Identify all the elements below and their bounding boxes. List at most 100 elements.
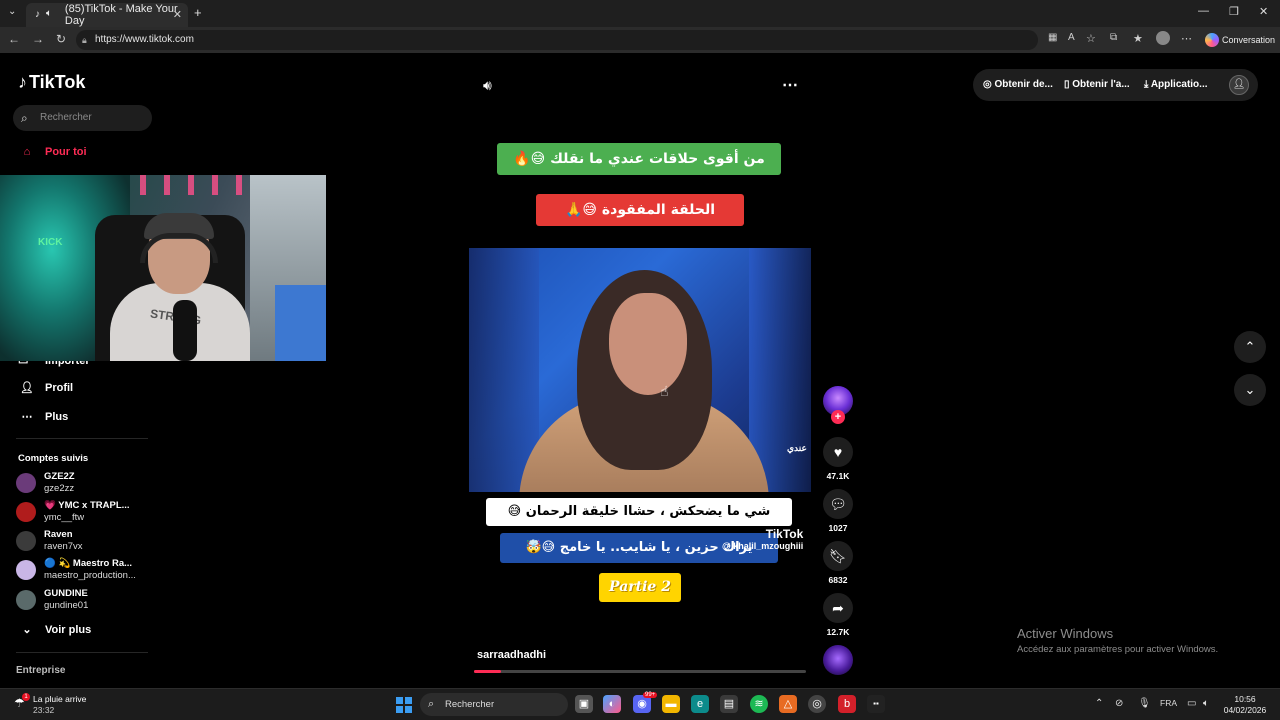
- weather-time: 23:32: [33, 705, 55, 715]
- minimize-icon[interactable]: —: [1198, 5, 1209, 17]
- tiktok-page: ♪ TikTok ⌕ Rechercher ⌂ Pour toi ▭ Importer…: [0, 53, 1280, 688]
- back-icon[interactable]: ←: [8, 32, 20, 46]
- favorites-icon[interactable]: ★: [1133, 32, 1143, 45]
- video-author[interactable]: sarraadhadhi: [477, 649, 546, 661]
- streamer-webcam-overlay: KICK STRONG: [0, 175, 326, 361]
- copilot-app-icon[interactable]: ◐: [603, 695, 621, 713]
- url-input[interactable]: 🔒︎ https://www.tiktok.com: [76, 30, 1038, 50]
- extensions-icon[interactable]: ⧉: [1110, 32, 1117, 43]
- watermark-brand: TikTok: [765, 527, 804, 541]
- new-tab-icon[interactable]: +: [194, 5, 202, 20]
- copilot-conversation-button[interactable]: Conversation: [1202, 31, 1280, 49]
- maximize-icon[interactable]: ❐: [1229, 5, 1239, 18]
- profile-avatar-icon[interactable]: [1156, 31, 1170, 45]
- favorite-star-icon[interactable]: ☆: [1086, 32, 1096, 45]
- clock-time: 10:56: [1234, 694, 1256, 704]
- volume-icon[interactable]: 🔊︎: [483, 77, 492, 94]
- like-button[interactable]: ♥ 47.1K: [823, 437, 853, 481]
- spotify-app-icon[interactable]: ≋: [750, 695, 768, 713]
- tiktok-watermark: TikTok @ khalil_mzoughiii: [722, 527, 803, 551]
- avatar: [16, 502, 36, 522]
- nav-profile[interactable]: 👤︎ Profil: [18, 381, 73, 394]
- tray-chevron-up-icon[interactable]: ⌃: [1095, 698, 1103, 709]
- account-handle: raven7vx: [44, 541, 83, 552]
- task-view-icon[interactable]: ▣: [575, 695, 593, 713]
- forward-icon[interactable]: →: [32, 32, 44, 46]
- sidebar-divider: [16, 438, 148, 439]
- discord-badge: 99+: [643, 692, 658, 698]
- save-count: 6832: [828, 575, 848, 585]
- previous-video-button[interactable]: ⌃: [1234, 331, 1266, 363]
- activation-subtitle: Accédez aux paramètres pour activer Wind…: [1017, 644, 1219, 655]
- user-avatar-icon[interactable]: 👤︎: [1229, 75, 1249, 95]
- tiktok-logo[interactable]: ♪ TikTok: [18, 72, 85, 93]
- nav-for-you[interactable]: ⌂ Pour toi: [18, 146, 87, 158]
- comment-button[interactable]: 💬︎ 1027: [823, 489, 853, 533]
- search-input[interactable]: ⌕ Rechercher: [13, 105, 152, 131]
- account-handle: gundine01: [44, 600, 89, 611]
- download-app-button[interactable]: ⤓ Applicatio...: [1144, 79, 1208, 90]
- close-window-icon[interactable]: ✕: [1259, 5, 1268, 18]
- app-icon[interactable]: ◎: [808, 695, 826, 713]
- network-off-icon[interactable]: ⊘: [1115, 698, 1123, 709]
- see-more-label: Voir plus: [45, 624, 92, 636]
- channel-tag: عندي: [787, 443, 807, 453]
- watermark-handle: @ khalil_mzoughiii: [722, 541, 804, 551]
- file-explorer-icon[interactable]: ▬: [662, 695, 680, 713]
- video-progress-fill: [474, 670, 501, 673]
- download-app-label: Applicatio...: [1150, 79, 1208, 90]
- music-disc-icon[interactable]: [823, 645, 853, 675]
- tab-title: (85)TikTok - Make Your Day: [64, 3, 178, 27]
- save-button[interactable]: 🔖︎ 6832: [823, 541, 853, 585]
- followed-accounts-title: Comptes suivis: [18, 453, 89, 464]
- bookmark-icon: 🔖︎: [823, 541, 853, 571]
- close-tab-icon[interactable]: ✕: [173, 8, 182, 21]
- system-clock[interactable]: 10:56 04/02/2026: [1222, 694, 1268, 716]
- translate-icon[interactable]: A: [1068, 32, 1075, 43]
- get-app-button[interactable]: ▯ Obtenir l'a...: [1064, 79, 1130, 90]
- get-coins-button[interactable]: ◎ Obtenir de...: [983, 79, 1053, 90]
- taskbar-search[interactable]: ⌕ Rechercher: [420, 693, 568, 716]
- more-options-icon[interactable]: ⋯: [1181, 32, 1192, 45]
- get-coins-label: Obtenir de...: [994, 79, 1053, 90]
- share-count: 12.7K: [826, 627, 850, 637]
- start-button[interactable]: [396, 697, 412, 713]
- follow-plus-icon[interactable]: +: [831, 410, 845, 424]
- conversation-label: Conversation: [1222, 35, 1276, 45]
- home-icon: ⌂: [23, 146, 31, 158]
- next-video-button[interactable]: ⌄: [1234, 374, 1266, 406]
- speaker-icon[interactable]: 🔈︎: [46, 8, 52, 19]
- browser-tab[interactable]: ♪ 🔈︎ (85)TikTok - Make Your Day ✕: [26, 3, 188, 27]
- app-icon[interactable]: ▪▪: [867, 695, 885, 713]
- video-progress-bar[interactable]: [474, 670, 806, 673]
- share-button[interactable]: ➦ 12.7K: [823, 593, 853, 637]
- see-more-button[interactable]: ⌄ Voir plus: [18, 623, 91, 636]
- edge-app-icon[interactable]: e: [691, 695, 709, 713]
- tab-list-icon[interactable]: ⌄: [8, 6, 16, 17]
- microphone-icon[interactable]: 🎙︎: [1138, 698, 1151, 709]
- app-icon[interactable]: ▦: [1048, 32, 1057, 43]
- language-indicator[interactable]: FRA: [1160, 698, 1177, 708]
- display-icon[interactable]: ▭: [1187, 698, 1196, 709]
- nav-for-you-label: Pour toi: [45, 146, 87, 158]
- more-options-icon[interactable]: ⋯: [782, 75, 798, 95]
- video-frame[interactable]: عندي: [469, 248, 811, 492]
- nav-more[interactable]: ⋯ Plus: [18, 410, 69, 423]
- app-icon[interactable]: △: [779, 695, 797, 713]
- nav-profile-label: Profil: [45, 382, 74, 394]
- account-name: GZE2Z: [44, 471, 75, 482]
- app-icon[interactable]: b: [838, 695, 856, 713]
- volume-icon[interactable]: 🔈︎: [1203, 698, 1209, 709]
- creator-avatar[interactable]: +: [823, 386, 853, 424]
- header-actions: ◎ Obtenir de... ▯ Obtenir l'a... ⤓ Appli…: [973, 69, 1258, 101]
- store-app-icon[interactable]: ▤: [720, 695, 738, 713]
- account-name: 🔵 💫 Maestro Ra...: [44, 558, 133, 569]
- profile-icon: 👤︎: [20, 382, 34, 394]
- windows-activation-watermark: Activer Windows Accédez aux paramètres p…: [1017, 626, 1218, 655]
- notification-badge: 1: [22, 693, 30, 701]
- more-dots-icon: ⋯: [21, 411, 33, 423]
- enterprise-link[interactable]: Entreprise: [16, 665, 65, 676]
- refresh-icon[interactable]: ↻: [56, 32, 66, 46]
- lock-icon: 🔒︎: [82, 35, 87, 45]
- get-app-label: Obtenir l'a...: [1072, 79, 1130, 90]
